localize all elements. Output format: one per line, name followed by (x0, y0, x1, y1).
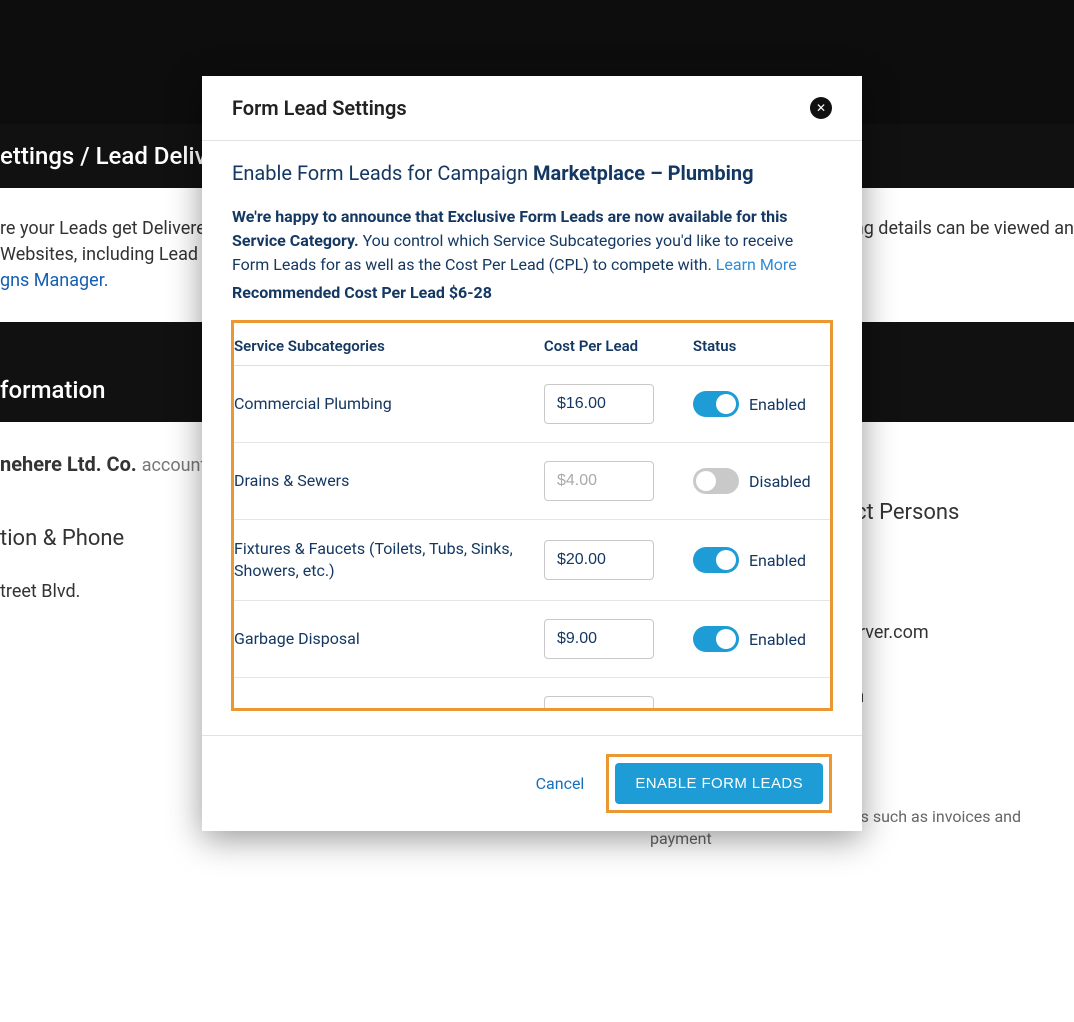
status-label: Enabled (749, 551, 806, 570)
form-lead-settings-modal: Form Lead Settings ✕ Enable Form Leads f… (202, 76, 862, 831)
learn-more-link[interactable]: Learn More (716, 255, 797, 274)
subcategory-name: Fixtures & Faucets (Toilets, Tubs, Sinks… (234, 538, 544, 582)
campaign-name: Marketplace – Plumbing (533, 161, 754, 185)
cpl-input-partial[interactable] (544, 696, 654, 708)
col-subcategories: Service Subcategories (234, 337, 544, 355)
status-toggle[interactable] (693, 547, 739, 573)
status-toggle[interactable] (693, 626, 739, 652)
table-row: Garbage Disposal Enabled (234, 601, 830, 678)
subcategory-name: Drains & Sewers (234, 470, 544, 492)
col-status: Status (693, 337, 830, 355)
table-row: Drains & Sewers Disabled (234, 443, 830, 520)
subcategory-name: Garbage Disposal (234, 628, 544, 650)
table-row: Fixtures & Faucets (Toilets, Tubs, Sinks… (234, 520, 830, 601)
cpl-input[interactable] (544, 540, 654, 580)
announcement-text: We're happy to announce that Exclusive F… (232, 205, 832, 277)
cpl-input[interactable] (544, 619, 654, 659)
enable-form-leads-button[interactable]: ENABLE FORM LEADS (615, 763, 823, 804)
subcategory-name: Commercial Plumbing (234, 393, 544, 415)
status-toggle[interactable] (693, 468, 739, 494)
enable-campaign-line: Enable Form Leads for Campaign Marketpla… (232, 161, 832, 185)
cpl-input[interactable] (544, 461, 654, 501)
recommended-cpl: Recommended Cost Per Lead $6-28 (232, 283, 832, 302)
col-cost-per-lead: Cost Per Lead (544, 337, 693, 355)
modal-title: Form Lead Settings (232, 96, 407, 120)
cancel-button[interactable]: Cancel (536, 774, 585, 793)
enable-prefix: Enable Form Leads for Campaign (232, 161, 533, 185)
close-button[interactable]: ✕ (810, 97, 832, 119)
status-label: Enabled (749, 395, 806, 414)
close-icon: ✕ (816, 101, 826, 115)
cpl-input[interactable] (544, 384, 654, 424)
modal-footer: Cancel ENABLE FORM LEADS (202, 735, 862, 831)
table-header: Service Subcategories Cost Per Lead Stat… (234, 323, 830, 366)
modal-body: Enable Form Leads for Campaign Marketpla… (202, 141, 862, 735)
modal-header: Form Lead Settings ✕ (202, 76, 862, 141)
enable-button-highlight: ENABLE FORM LEADS (606, 754, 832, 813)
table-row: Commercial Plumbing Enabled (234, 366, 830, 443)
modal-overlay: Form Lead Settings ✕ Enable Form Leads f… (0, 0, 1074, 833)
status-label: Enabled (749, 630, 806, 649)
status-toggle[interactable] (693, 391, 739, 417)
status-label: Disabled (749, 472, 811, 491)
subcategory-table-highlight: Service Subcategories Cost Per Lead Stat… (231, 320, 833, 711)
